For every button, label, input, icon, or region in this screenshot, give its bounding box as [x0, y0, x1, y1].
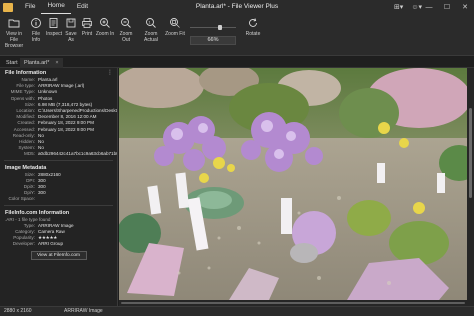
tab-start[interactable]: Start	[2, 58, 22, 68]
info-row: Color Space:	[0, 196, 117, 202]
zoom-out-label: Zoom Out	[119, 31, 133, 43]
status-type: ARRIRAW Image	[64, 308, 103, 314]
tab-close-icon[interactable]: ×	[55, 60, 58, 66]
layout-icon[interactable]: ⊞▾	[394, 3, 403, 11]
info-key: MD5:	[24, 151, 35, 157]
zoom-fit-label: Zoom Fit	[165, 31, 185, 37]
file-info-button[interactable]: File Info	[28, 17, 44, 43]
image-metadata-heading: Image Metadata	[5, 164, 47, 171]
divider	[4, 204, 113, 206]
rotate-icon	[249, 18, 257, 27]
print-label: Print	[81, 31, 93, 37]
file-information-heading: File Information	[5, 70, 47, 76]
zoom-fit-icon	[170, 18, 180, 28]
zoom-out-icon	[121, 18, 131, 28]
document-tabs: Start Planta.arl* ×	[0, 57, 474, 68]
zoom-in-button[interactable]: Zoom In	[95, 17, 115, 37]
menu-edit[interactable]: Edit	[71, 0, 94, 14]
title-bar: File Home Edit Planta.arl* - File Viewer…	[0, 0, 474, 14]
save-as-button[interactable]: Save As	[62, 17, 80, 43]
maximize-icon[interactable]: ☐	[438, 0, 456, 14]
inspect-label: Inspect	[45, 31, 63, 37]
info-value: a0db296442c41a7bc1c9a63cb6ab71b0	[38, 151, 117, 157]
image-metadata-list: Size: 2880x2160 DPI: 300 DpiX: 300 DpiY: 300 Col…	[0, 172, 117, 203]
vertical-scrollbar[interactable]	[467, 68, 474, 306]
menu-bar: File Home Edit	[19, 0, 94, 14]
tab-planta-label: Planta.arl*	[24, 60, 50, 66]
save-as-label: Save As	[65, 31, 77, 43]
info-key: Developer:	[12, 241, 35, 247]
view-at-fileinfo-button[interactable]: View at FileInfo.com	[30, 250, 87, 260]
inspect-button[interactable]: Inspect	[46, 17, 62, 37]
file-info-label: File Info	[31, 31, 41, 43]
ribbon-toolbar: View in File Browser File Info Inspect S…	[0, 14, 474, 56]
rotate-label: Rotate	[245, 31, 261, 37]
svg-text:1: 1	[148, 20, 151, 25]
save-icon	[66, 18, 76, 28]
info-value: ARRI Group	[38, 241, 64, 247]
minimize-icon[interactable]: —	[420, 0, 438, 14]
print-button[interactable]: Print	[80, 17, 94, 37]
status-dimensions: 2880 x 2160	[4, 308, 32, 314]
zoom-slider[interactable]	[190, 25, 236, 30]
zoom-out-button[interactable]: Zoom Out	[115, 17, 137, 43]
zoom-actual-label: Zoom Actual	[144, 31, 158, 43]
info-key: Color Space:	[8, 196, 35, 202]
file-information-list: Name: Planta.arl File type: ARRIRAW Image (…	[0, 77, 117, 158]
info-value	[38, 196, 117, 202]
folder-icon	[8, 19, 20, 28]
view-in-browser-label: View in File Browser	[4, 31, 24, 49]
view-in-browser-button[interactable]: View in File Browser	[2, 17, 26, 49]
zoom-actual-button[interactable]: 1 Zoom Actual	[138, 17, 164, 43]
info-row: MD5: a0db296442c41a7bc1c9a63cb6ab71b0	[0, 151, 117, 157]
zoom-slider-handle[interactable]	[217, 25, 222, 30]
scrollbar-thumb[interactable]	[121, 302, 465, 304]
app-icon	[3, 2, 13, 12]
inspect-icon	[49, 18, 58, 28]
info-icon	[31, 18, 41, 28]
status-bar: 2880 x 2160 ARRIRAW Image	[0, 306, 474, 316]
close-icon[interactable]: ✕	[456, 0, 474, 14]
layout-controls: ⊞▾ ☺▾	[394, 0, 422, 14]
info-row: Developer: ARRI Group	[0, 241, 117, 247]
zoom-input[interactable]: 66%	[190, 36, 236, 45]
plant-photo	[114, 64, 474, 300]
fileinfo-heading: FileInfo.com Information	[5, 209, 70, 216]
zoom-in-label: Zoom In	[95, 31, 115, 37]
more-vertical-icon[interactable]: ⋮	[107, 69, 113, 76]
file-info-panel: ⋮ File Information Name: Planta.arl File t…	[0, 68, 118, 306]
zoom-in-icon	[100, 18, 110, 28]
fileinfo-list: Type: ARRIRAW Image Category: Camera Raw Pop…	[0, 223, 117, 248]
zoom-fit-button[interactable]: Zoom Fit	[164, 17, 186, 37]
rotate-button[interactable]: Rotate	[244, 17, 262, 37]
print-icon	[82, 18, 92, 28]
divider	[4, 159, 113, 161]
menu-home[interactable]: Home	[41, 0, 71, 14]
tab-planta[interactable]: Planta.arl* ×	[20, 58, 63, 68]
scrollbar-thumb[interactable]	[469, 108, 472, 198]
image-viewer[interactable]	[114, 64, 474, 306]
zoom-actual-icon: 1	[146, 18, 156, 28]
window-controls: — ☐ ✕	[420, 0, 474, 14]
menu-file[interactable]: File	[19, 0, 41, 14]
